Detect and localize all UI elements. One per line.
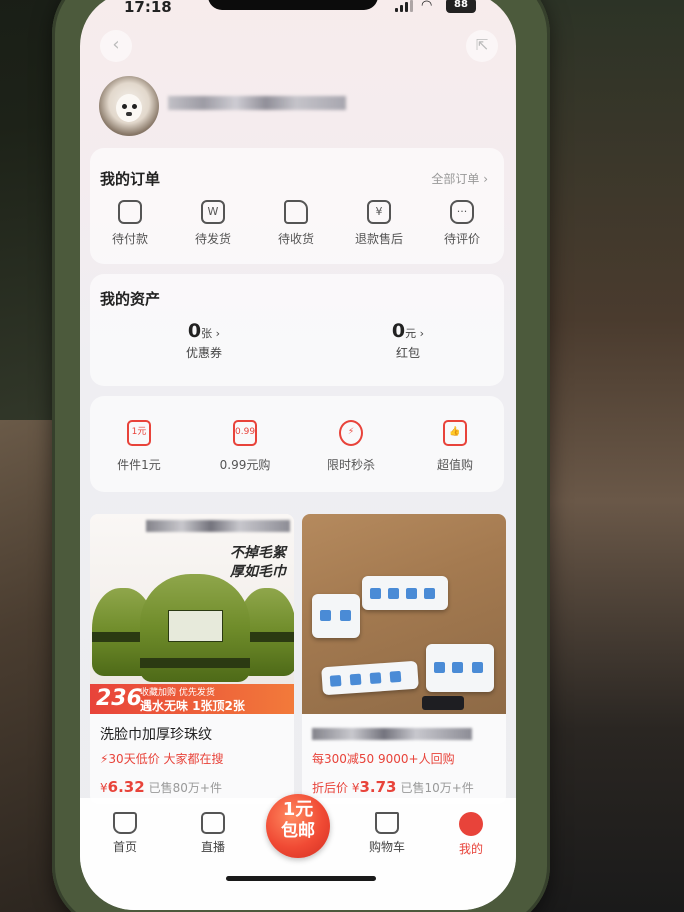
truck-icon bbox=[284, 200, 308, 224]
promo-card: 1元 件件1元 0.99 0.99元购 ⚡ 限时秒杀 👍 超值购 bbox=[90, 396, 504, 492]
promo-value-buy[interactable]: 👍 超值购 bbox=[410, 420, 500, 473]
promo-label: 超值购 bbox=[436, 458, 473, 472]
cart-icon bbox=[375, 812, 399, 834]
tab-live[interactable]: 直播 bbox=[178, 812, 248, 855]
redpacket-amount: 0 bbox=[391, 320, 406, 342]
thumbs-up-icon: 👍 bbox=[443, 420, 467, 446]
redpacket-item[interactable]: 0元 › 红包 bbox=[348, 320, 468, 361]
product-card-socket[interactable]: 每300减50 9000+人回购 折后价 ¥3.73 已售10万+件 bbox=[302, 514, 506, 804]
dynamic-island bbox=[208, 0, 378, 10]
one-yuan-free-shipping-button[interactable]: 1元 包邮 bbox=[266, 794, 330, 858]
center-line-2: 包邮 bbox=[281, 821, 315, 841]
share-icon[interactable]: ⇱ bbox=[466, 30, 498, 62]
battery-indicator: 88 bbox=[446, 0, 476, 13]
order-label: 待发货 bbox=[194, 232, 231, 246]
tab-label: 直播 bbox=[200, 840, 225, 854]
status-time: 17:18 bbox=[124, 0, 172, 16]
order-pending-review[interactable]: ··· 待评价 bbox=[422, 200, 502, 247]
assets-title: 我的资产 bbox=[100, 290, 161, 308]
comment-icon: ··· bbox=[450, 200, 474, 224]
product-title-redacted bbox=[312, 728, 472, 740]
tab-me[interactable]: 我的 bbox=[436, 812, 506, 857]
coupons-unit: 张 › bbox=[201, 327, 221, 340]
product-price: ¥6.32 已售80万+件 bbox=[100, 778, 222, 796]
product-card-towel[interactable]: 不掉毛絮 厚如毛巾 236 收藏加购 优先发货 遇水无味 1张顶2张 洗脸巾加厚珍… bbox=[90, 514, 294, 804]
product-title: 洗脸巾加厚珍珠纹 bbox=[100, 727, 212, 743]
product-price: 折后价 ¥3.73 已售10万+件 bbox=[312, 778, 474, 796]
promo-label: 限时秒杀 bbox=[326, 458, 375, 472]
package-icon: W bbox=[201, 200, 225, 224]
product-image-socket bbox=[302, 514, 506, 714]
center-line-1: 1元 bbox=[282, 799, 314, 820]
badge-number: 236 bbox=[96, 686, 142, 711]
price-tag-icon: 0.99 bbox=[233, 420, 257, 446]
avatar[interactable] bbox=[99, 76, 159, 136]
order-pending-payment[interactable]: 待付款 bbox=[90, 200, 170, 247]
power-strip bbox=[426, 644, 494, 692]
order-pending-shipment[interactable]: W 待发货 bbox=[173, 200, 253, 247]
order-label: 待收货 bbox=[277, 232, 314, 246]
promo-099[interactable]: 0.99 0.99元购 bbox=[200, 420, 290, 473]
refund-icon: ¥ bbox=[367, 200, 391, 224]
tab-home[interactable]: 首页 bbox=[90, 812, 160, 855]
orders-card: 我的订单 全部订单 › 待付款 W 待发货 待收货 ¥ 退款售后 ··· 待评价 bbox=[90, 148, 504, 264]
tv-icon bbox=[201, 812, 225, 834]
assets-card: 我的资产 0张 › 优惠券 0元 › 红包 bbox=[90, 274, 504, 386]
promo-label: 0.99元购 bbox=[219, 458, 271, 472]
order-label: 退款售后 bbox=[354, 232, 403, 246]
promo-banner: 236 收藏加购 优先发货 遇水无味 1张顶2张 bbox=[90, 684, 294, 714]
username-redacted bbox=[168, 96, 346, 110]
promo-label: 件件1元 bbox=[117, 458, 161, 472]
promo-flash-sale[interactable]: ⚡ 限时秒杀 bbox=[306, 420, 396, 473]
tab-label: 首页 bbox=[112, 840, 137, 854]
power-strip bbox=[312, 594, 360, 638]
redpacket-unit: 元 › bbox=[405, 327, 425, 340]
redpacket-label: 红包 bbox=[395, 346, 420, 360]
product-tag: ⚡30天低价 大家都在搜 bbox=[100, 752, 224, 766]
tab-label: 购物车 bbox=[368, 840, 405, 854]
order-pending-receipt[interactable]: 待收货 bbox=[256, 200, 336, 247]
tab-label: 我的 bbox=[458, 842, 483, 856]
bottom-tab-bar: 首页 直播 1元 包邮 购物车 我的 bbox=[80, 794, 516, 910]
orders-title: 我的订单 bbox=[100, 170, 161, 188]
coupons-item[interactable]: 0张 › 优惠券 bbox=[144, 320, 264, 361]
me-icon bbox=[459, 812, 483, 836]
badge-text: 遇水无味 1张顶2张 bbox=[140, 699, 245, 713]
order-label: 待评价 bbox=[443, 232, 480, 246]
signal-icon bbox=[395, 0, 413, 12]
product-tag: 每300减50 9000+人回购 bbox=[312, 752, 455, 766]
coupons-count: 0 bbox=[187, 320, 202, 342]
wifi-icon: ◠ bbox=[421, 0, 433, 13]
home-indicator bbox=[226, 876, 376, 881]
power-strip bbox=[362, 576, 448, 610]
phone-screen: 17:18 ◠ 88 ‹ ⇱ 我的订单 全部订单 › 待付款 W 待发货 待收货… bbox=[80, 0, 516, 910]
alarm-clock-icon: ⚡ bbox=[339, 420, 363, 446]
remote-control bbox=[422, 696, 464, 710]
back-icon[interactable]: ‹ bbox=[100, 30, 132, 62]
one-yuan-icon: 1元 bbox=[127, 420, 151, 446]
brand-redacted bbox=[146, 520, 290, 532]
wallet-icon bbox=[118, 200, 142, 224]
product-slogan: 不掉毛絮 厚如毛巾 bbox=[230, 545, 286, 580]
tab-cart[interactable]: 购物车 bbox=[352, 812, 422, 855]
view-all-orders-link[interactable]: 全部订单 › bbox=[431, 170, 488, 187]
coupons-label: 优惠券 bbox=[185, 346, 222, 360]
power-strip bbox=[321, 660, 419, 696]
towel-bag bbox=[140, 574, 250, 682]
order-refund[interactable]: ¥ 退款售后 bbox=[339, 200, 419, 247]
order-label: 待付款 bbox=[111, 232, 148, 246]
promo-one-yuan[interactable]: 1元 件件1元 bbox=[94, 420, 184, 473]
home-icon bbox=[113, 812, 137, 834]
product-image-towel: 不掉毛絮 厚如毛巾 236 收藏加购 优先发货 遇水无味 1张顶2张 bbox=[90, 514, 294, 714]
